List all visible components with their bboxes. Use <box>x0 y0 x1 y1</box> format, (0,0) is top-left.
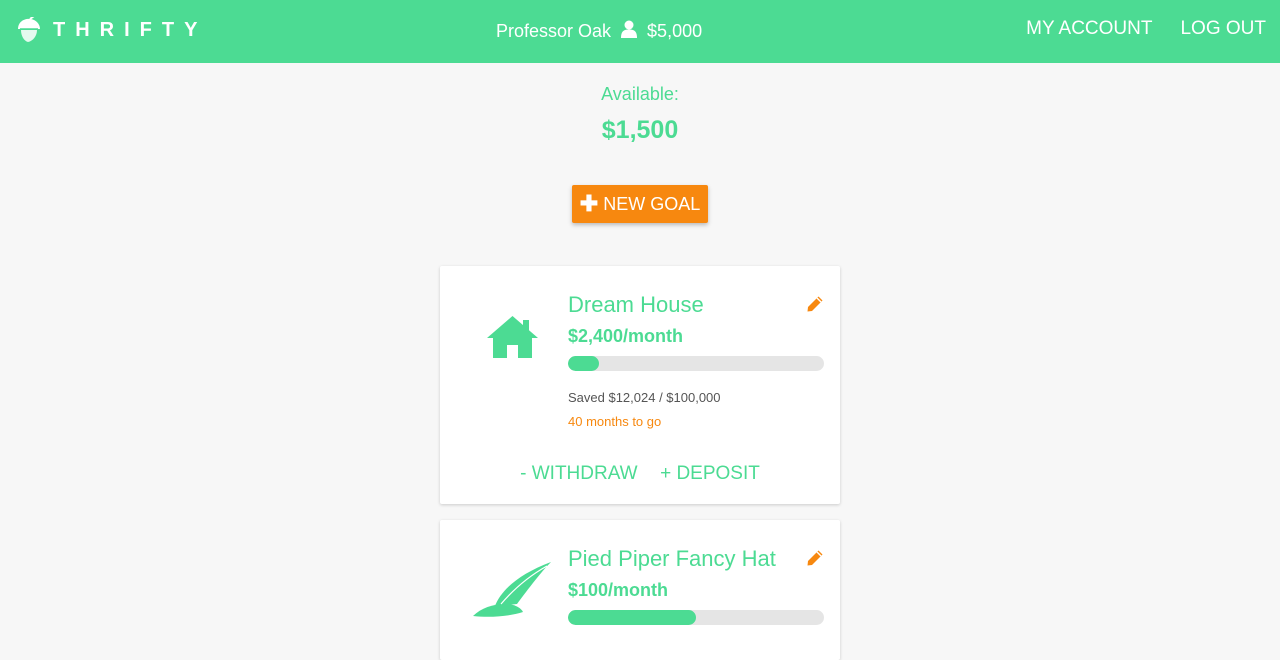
house-icon <box>485 314 540 365</box>
goal-actions: - WITHDRAW + DEPOSIT <box>440 463 840 485</box>
goal-card: Pied Piper Fancy Hat $100/month <box>440 520 840 660</box>
new-goal-button[interactable]: ✚ NEW GOAL <box>572 185 708 223</box>
plus-icon: ✚ <box>579 191 599 216</box>
available-amount: $1,500 <box>601 116 679 144</box>
goal-progress-fill <box>568 356 599 371</box>
goal-rate: $2,400/month <box>568 326 684 346</box>
user-info: Professor Oak $5,000 <box>496 20 702 43</box>
log-out-link[interactable]: LOG OUT <box>1180 18 1266 40</box>
goal-progress-bar <box>568 356 824 371</box>
brand-name: THRIFTY <box>53 18 208 41</box>
goal-progress-bar <box>568 610 824 625</box>
goal-rate: $100/month <box>568 580 669 600</box>
goal-title: Pied Piper Fancy Hat <box>568 546 776 571</box>
goal-card: Dream House $2,400/month Saved $12,024 /… <box>440 266 840 504</box>
goal-time-remaining: 40 months to go <box>568 414 662 429</box>
user-name: Professor Oak <box>496 21 612 41</box>
goal-title: Dream House <box>568 292 704 317</box>
goal-saved-amount: Saved $12,024 / $100,000 <box>568 390 721 405</box>
user-balance: $5,000 <box>647 21 703 41</box>
deposit-button[interactable]: + DEPOSIT <box>660 463 760 485</box>
new-goal-label: NEW GOAL <box>603 193 701 214</box>
withdraw-button[interactable]: - WITHDRAW <box>520 463 638 485</box>
header-nav: MY ACCOUNT LOG OUT <box>998 18 1266 40</box>
feather-hat-icon <box>471 560 553 625</box>
brand-logo[interactable]: THRIFTY <box>16 17 207 43</box>
top-navigation-bar: THRIFTY Professor Oak $5,000 MY ACCOUNT … <box>0 0 1280 63</box>
pencil-icon[interactable] <box>806 295 824 318</box>
pencil-icon[interactable] <box>806 549 824 572</box>
available-label: Available: <box>601 84 679 104</box>
my-account-link[interactable]: MY ACCOUNT <box>1026 18 1152 40</box>
acorn-icon <box>18 17 40 42</box>
person-icon <box>621 20 638 43</box>
goal-progress-fill <box>568 610 696 625</box>
